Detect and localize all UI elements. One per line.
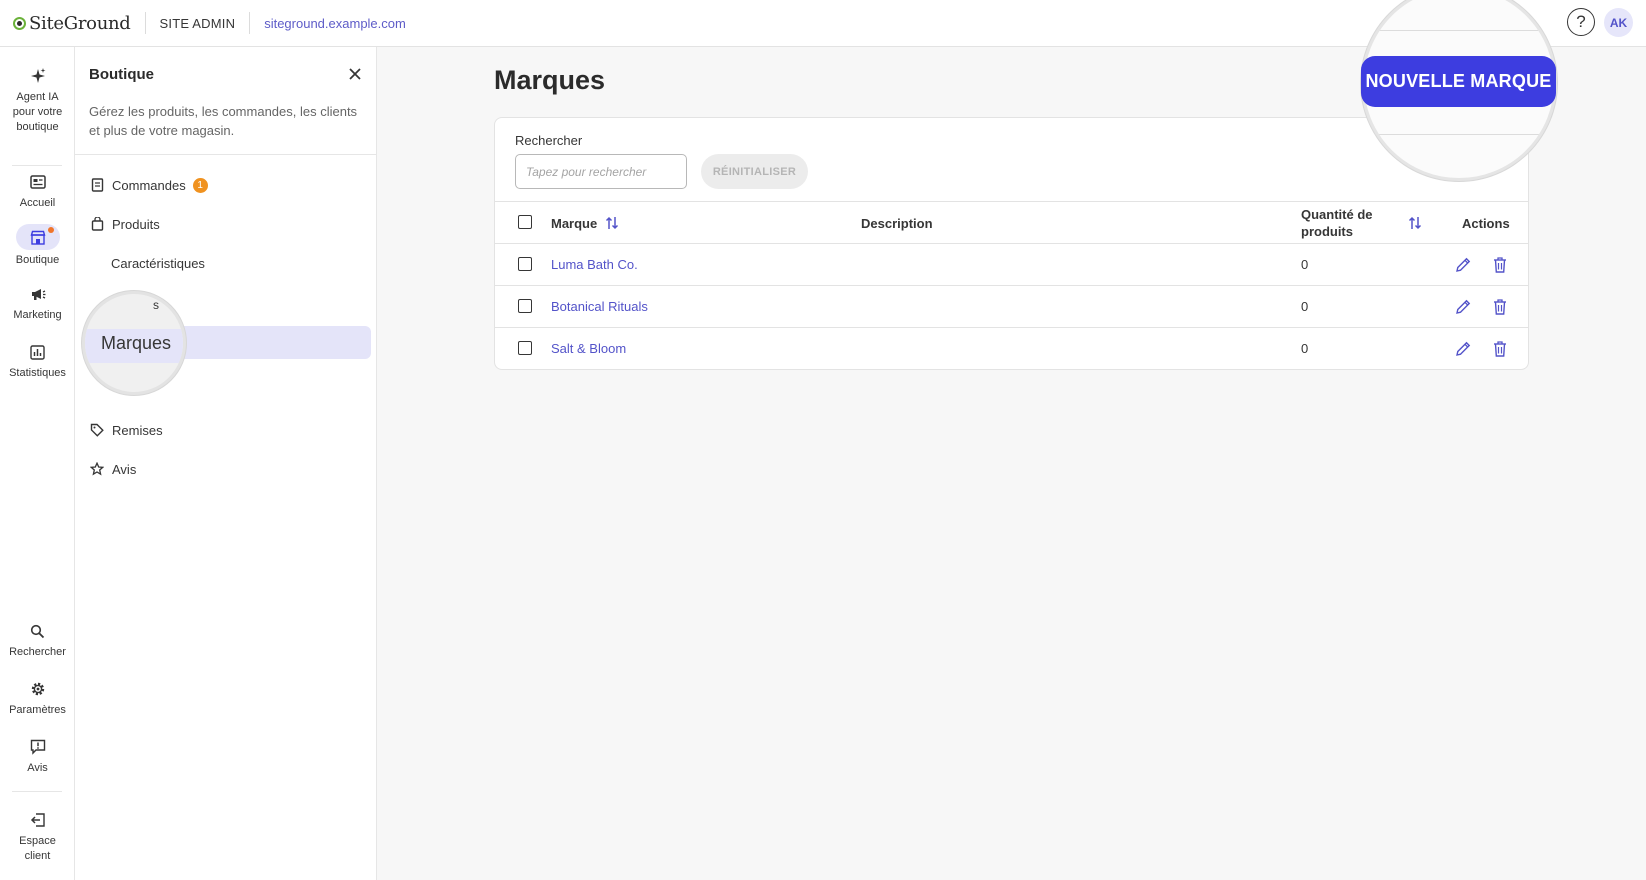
- site-admin-label: SITE ADMIN: [159, 15, 236, 31]
- column-header-description: Description: [861, 216, 933, 231]
- nav-label: Produits: [112, 216, 160, 232]
- orders-count-badge: 1: [192, 177, 208, 193]
- nav-label: Commandes: [112, 177, 186, 193]
- rail-item-client-area[interactable]: Espace client: [0, 809, 75, 864]
- nav-item-discounts[interactable]: Remises: [89, 418, 163, 442]
- dashboard-icon: [26, 171, 50, 193]
- feedback-icon: [26, 736, 50, 758]
- rail-label: Boutique: [15, 254, 60, 266]
- rail-item-marketing[interactable]: Marketing: [0, 283, 75, 323]
- rail-item-feedback[interactable]: Avis: [0, 736, 75, 776]
- brand-name-link[interactable]: Luma Bath Co.: [551, 257, 638, 272]
- sort-icon[interactable]: [605, 215, 619, 236]
- main-nav-rail: Agent IA pour votre boutique Accueil Bou…: [0, 47, 75, 880]
- new-brand-button[interactable]: NOUVELLE MARQUE: [1361, 56, 1556, 107]
- magnified-text-fragment: s: [153, 298, 159, 312]
- siteground-logo[interactable]: SiteGround: [13, 13, 131, 34]
- logo-mark-icon: [13, 16, 26, 30]
- rail-item-settings[interactable]: Paramètres: [0, 678, 75, 718]
- rail-item-search[interactable]: Rechercher: [0, 620, 75, 660]
- delete-icon[interactable]: [1490, 297, 1510, 317]
- megaphone-icon: [26, 283, 50, 305]
- logo-text: SiteGround: [29, 12, 131, 34]
- column-header-quantity[interactable]: Quantité de produits: [1301, 206, 1381, 240]
- panel-title: Boutique: [89, 66, 154, 83]
- reset-button[interactable]: RÉINITIALISER: [701, 154, 808, 189]
- row-checkbox[interactable]: [518, 341, 532, 355]
- rail-label: Statistiques: [9, 367, 66, 379]
- product-quantity: 0: [1301, 299, 1309, 314]
- panel-divider: [75, 154, 377, 155]
- user-avatar[interactable]: AK: [1604, 8, 1633, 37]
- rail-label: Paramètres: [9, 704, 66, 716]
- product-quantity: 0: [1301, 341, 1309, 356]
- rail-label: Agent IA pour votre boutique: [12, 91, 63, 133]
- nav-label: Remises: [112, 422, 163, 438]
- gear-icon: [26, 678, 50, 700]
- rail-label: Avis: [27, 762, 48, 774]
- row-checkbox[interactable]: [518, 299, 532, 313]
- brand-name-link[interactable]: Botanical Rituals: [551, 299, 648, 314]
- rail-item-shop[interactable]: Boutique: [0, 224, 75, 268]
- notification-dot: [47, 227, 54, 233]
- bag-icon: [89, 216, 105, 232]
- nav-label: Caractéristiques: [111, 255, 205, 271]
- tag-icon: [89, 422, 105, 438]
- delete-icon[interactable]: [1490, 255, 1510, 275]
- nav-item-products[interactable]: Produits: [89, 212, 160, 236]
- nav-item-features[interactable]: Caractéristiques: [111, 251, 205, 275]
- sparkle-icon: [26, 65, 50, 87]
- column-header-actions: Actions: [1462, 216, 1510, 231]
- rail-divider: [12, 791, 62, 792]
- rail-item-home[interactable]: Accueil: [0, 171, 75, 211]
- exit-icon: [26, 809, 50, 831]
- shop-panel: Boutique Gérez les produits, les command…: [75, 47, 377, 880]
- star-icon: [89, 461, 105, 477]
- rail-label: Accueil: [19, 197, 56, 209]
- brand-name-link[interactable]: Salt & Bloom: [551, 341, 626, 356]
- rail-divider: [12, 165, 62, 166]
- select-all-checkbox[interactable]: [518, 215, 532, 229]
- magnified-divider: [1364, 30, 1554, 31]
- table-row: Luma Bath Co. 0: [495, 244, 1528, 286]
- edit-icon[interactable]: [1453, 339, 1473, 359]
- row-checkbox[interactable]: [518, 257, 532, 271]
- table-row: Salt & Bloom 0: [495, 328, 1528, 370]
- rail-label: Espace client: [19, 835, 56, 862]
- sort-icon[interactable]: [1408, 215, 1422, 236]
- nav-item-reviews[interactable]: Avis: [89, 457, 136, 481]
- panel-description: Gérez les produits, les commandes, les c…: [89, 104, 358, 138]
- delete-icon[interactable]: [1490, 339, 1510, 359]
- edit-icon[interactable]: [1453, 255, 1473, 275]
- nav-label: Avis: [112, 461, 137, 477]
- help-icon[interactable]: ?: [1567, 8, 1595, 36]
- table-row: Botanical Rituals 0: [495, 286, 1528, 328]
- search-label: Rechercher: [515, 133, 583, 148]
- edit-icon[interactable]: [1453, 297, 1473, 317]
- store-icon: [15, 224, 60, 250]
- rail-label: Rechercher: [9, 646, 66, 658]
- topbar-divider: [144, 12, 146, 34]
- page-title: Marques: [494, 65, 606, 95]
- column-header-brand[interactable]: Marque: [551, 216, 597, 231]
- chart-icon: [26, 341, 50, 363]
- topbar-divider: [249, 12, 251, 34]
- nav-item-orders[interactable]: Commandes 1: [89, 173, 208, 197]
- magnified-brands-label[interactable]: Marques: [101, 333, 171, 354]
- product-quantity: 0: [1301, 257, 1309, 272]
- magnified-divider: [1364, 134, 1554, 135]
- site-domain-link[interactable]: siteground.example.com: [264, 16, 406, 31]
- close-icon[interactable]: [346, 65, 364, 83]
- magnifier-overlay: s Marques: [82, 291, 186, 395]
- brands-table-card: Rechercher RÉINITIALISER Marque Descript…: [494, 117, 1529, 370]
- receipt-icon: [89, 177, 105, 193]
- rail-item-ai-agent[interactable]: Agent IA pour votre boutique: [0, 65, 75, 135]
- search-icon: [26, 620, 50, 642]
- rail-label: Marketing: [13, 309, 62, 321]
- search-input[interactable]: [515, 154, 687, 189]
- table-header: Marque Description Quantité de produits …: [495, 201, 1528, 244]
- rail-item-statistics[interactable]: Statistiques: [0, 341, 75, 381]
